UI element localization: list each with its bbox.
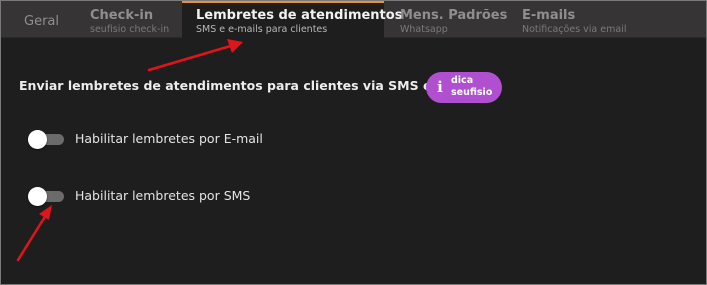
annotation-arrow-tab	[147, 39, 243, 72]
annotation-arrow-toggle	[16, 205, 52, 262]
settings-panel: Geral Check-in seufisio check-in Lembret…	[0, 0, 707, 285]
annotation-arrows	[16, 39, 243, 262]
